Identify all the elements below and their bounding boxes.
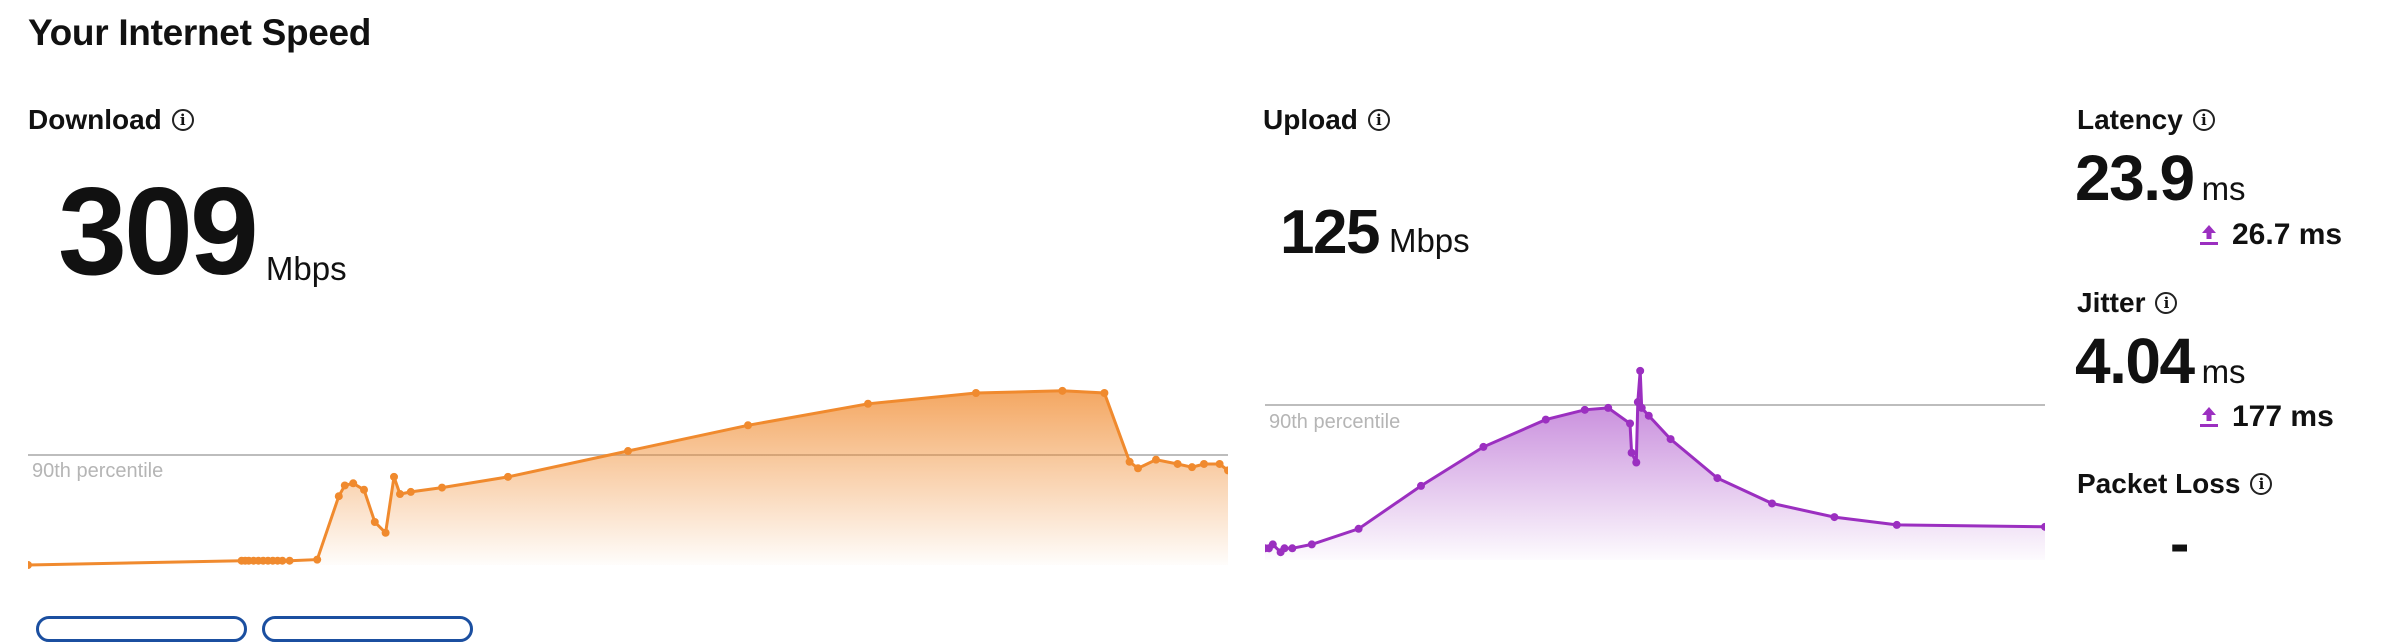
- jitter-label: Jitter: [2077, 287, 2146, 318]
- latency-upload-value: 26.7 ms: [2232, 218, 2343, 251]
- jitter-upload-value: 177 ms: [2232, 400, 2334, 433]
- download-point: [278, 556, 287, 565]
- packet-loss-info-icon[interactable]: i: [2250, 473, 2273, 495]
- upload-point: [1288, 544, 1297, 553]
- download-unit: Mbps: [265, 250, 347, 287]
- download-point: [28, 561, 32, 569]
- packet-loss-label-row: Packet Loss i: [2077, 468, 2273, 500]
- download-chart: 90th percentile: [28, 386, 1228, 569]
- upload-point: [1666, 435, 1675, 444]
- upload-area: [1265, 370, 2045, 560]
- upload-point: [1268, 540, 1277, 549]
- jitter-info-icon[interactable]: i: [2155, 292, 2178, 314]
- upload-point: [1479, 442, 1488, 451]
- download-label-row: Download i: [28, 104, 194, 136]
- upload-label: Upload: [1263, 104, 1358, 135]
- action-button-1[interactable]: [36, 616, 247, 642]
- download-point: [1173, 459, 1182, 468]
- upload-result: 125 Mbps: [1280, 202, 1470, 264]
- upload-point: [1768, 499, 1776, 508]
- jitter-label-row: Jitter i: [2077, 287, 2178, 319]
- download-point: [1125, 457, 1134, 466]
- upload-point: [1580, 405, 1589, 414]
- upload-point: [1713, 474, 1722, 483]
- download-point: [864, 399, 872, 408]
- download-point: [504, 472, 512, 481]
- upload-info-icon[interactable]: i: [1367, 109, 1390, 131]
- upload-point: [1627, 448, 1636, 457]
- upload-point: [1644, 411, 1653, 420]
- download-point: [360, 485, 368, 494]
- upload-point: [1636, 366, 1645, 375]
- download-value: 309: [58, 163, 259, 301]
- upload-point: [1892, 520, 1901, 529]
- jitter-unit: ms: [2201, 353, 2246, 390]
- latency-value: 23.9: [2075, 142, 2195, 214]
- jitter-value: 4.04: [2075, 325, 2195, 397]
- download-area: [28, 390, 1228, 565]
- download-point: [1100, 389, 1109, 397]
- latency-label-row: Latency i: [2077, 104, 2215, 136]
- download-point: [1152, 455, 1160, 464]
- download-point: [406, 487, 415, 496]
- upload-unit: Mbps: [1388, 222, 1470, 259]
- download-point: [396, 490, 404, 499]
- page-title: Your Internet Speed: [28, 12, 372, 53]
- jitter-result: 4.04 ms: [2075, 329, 2246, 393]
- download-point: [624, 447, 632, 456]
- download-label: Download: [28, 104, 162, 135]
- download-point: [370, 518, 379, 526]
- download-point: [1058, 386, 1067, 395]
- download-point: [334, 492, 343, 501]
- download-point: [1188, 463, 1196, 472]
- packet-loss-value: -: [2170, 511, 2190, 576]
- download-point: [438, 483, 446, 492]
- download-percentile-label: 90th percentile: [32, 460, 163, 482]
- download-point: [285, 556, 294, 565]
- upload-point: [1637, 403, 1646, 412]
- download-point: [349, 479, 358, 488]
- download-point: [381, 528, 390, 537]
- download-point: [313, 555, 322, 564]
- jitter-upload-row: 177 ms: [2198, 400, 2334, 434]
- latency-result: 23.9 ms: [2075, 146, 2246, 210]
- download-result: 309 Mbps: [58, 170, 347, 294]
- latency-unit: ms: [2201, 170, 2246, 207]
- download-point: [390, 472, 398, 481]
- upload-chart: 90th percentile: [1265, 366, 2045, 560]
- download-point: [1134, 464, 1142, 473]
- upload-point: [1604, 403, 1613, 412]
- upload-point: [1626, 419, 1635, 428]
- upload-point: [1354, 524, 1363, 533]
- upload-percentile-label: 90th percentile: [1269, 411, 1400, 433]
- download-point: [972, 389, 980, 397]
- latency-upload-row: 26.7 ms: [2198, 218, 2342, 252]
- upload-point: [1280, 544, 1289, 553]
- upload-point: [1307, 540, 1316, 549]
- upload-arrow-icon: [2200, 225, 2218, 245]
- download-point: [744, 421, 752, 430]
- upload-label-row: Upload i: [1263, 104, 1390, 136]
- upload-point: [1632, 458, 1641, 467]
- download-point: [340, 481, 349, 490]
- action-button-2[interactable]: [262, 616, 473, 642]
- latency-label: Latency: [2077, 104, 2183, 135]
- upload-arrow-icon: [2200, 407, 2218, 427]
- upload-point: [1417, 481, 1425, 490]
- upload-point: [1830, 513, 1839, 522]
- download-point: [1215, 459, 1224, 468]
- packet-loss-label: Packet Loss: [2077, 468, 2241, 499]
- latency-info-icon[interactable]: i: [2192, 109, 2215, 131]
- upload-value: 125: [1280, 198, 1380, 267]
- download-point: [1200, 459, 1208, 468]
- download-info-icon[interactable]: i: [171, 109, 194, 131]
- upload-point: [1541, 415, 1550, 424]
